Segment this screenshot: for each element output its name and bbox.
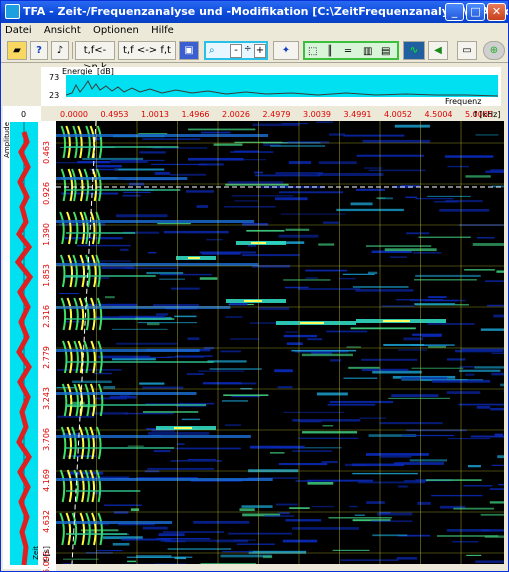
time-label: Zeit bbox=[32, 546, 40, 560]
close-button[interactable]: ✕ bbox=[487, 3, 506, 21]
menu-ansicht[interactable]: Ansicht bbox=[44, 25, 81, 36]
time-tick-label: 1.853 bbox=[42, 264, 51, 287]
time-tick-label: 3.706 bbox=[42, 428, 51, 451]
menu-bar: Datei Ansicht Optionen Hilfe bbox=[1, 23, 508, 38]
tf-nk-button[interactable]: t,f<->n,k bbox=[75, 41, 115, 73]
zoom-divider-icon: ÷ bbox=[244, 44, 252, 54]
amplitude-panel: 0 Amplitude Zeit bbox=[3, 106, 41, 569]
main-window: TFA - Zeit-/Frequenzanalyse und -Modifik… bbox=[0, 0, 509, 572]
title-bar[interactable]: TFA - Zeit-/Frequenzanalyse und -Modifik… bbox=[1, 1, 508, 23]
zoom-group: ⌕ - ÷ + bbox=[204, 41, 268, 60]
tape-icon[interactable]: ▭ bbox=[457, 41, 477, 60]
energy-plot[interactable] bbox=[65, 75, 499, 97]
app-icon bbox=[5, 4, 20, 19]
freq-tick-label: 1.0013 bbox=[141, 110, 169, 119]
time-tick-label: 2.779 bbox=[42, 346, 51, 369]
freq-tick-label: 4.5004 bbox=[424, 110, 453, 119]
spectrogram-image bbox=[56, 121, 504, 564]
energy-ymax: 73 bbox=[49, 73, 60, 82]
time-tick-label: 2.316 bbox=[42, 305, 51, 328]
freq-tick-label: 2.0026 bbox=[222, 110, 250, 119]
amplitude-zero: 0 bbox=[21, 110, 27, 119]
target-icon[interactable]: ⊕ bbox=[483, 41, 505, 60]
time-unit-label: t [s] bbox=[42, 546, 51, 563]
time-tick-label: 4.632 bbox=[42, 510, 51, 533]
time-tick-label: 1.390 bbox=[42, 223, 51, 246]
menu-datei[interactable]: Datei bbox=[5, 25, 32, 36]
horizontal-line-icon[interactable]: ═ bbox=[345, 43, 351, 60]
zoom-plus-button[interactable]: + bbox=[254, 44, 266, 58]
grid-mode-group: ⬚ ║ ═ ▥ ▤ bbox=[303, 41, 399, 60]
time-tick-label: 0.926 bbox=[42, 182, 51, 205]
energy-xlabel: Frequenz bbox=[445, 97, 482, 106]
tuning-fork-icon[interactable]: ♪ bbox=[51, 41, 69, 60]
time-tick-label: 4.169 bbox=[42, 469, 51, 492]
time-tick-label: 3.243 bbox=[42, 387, 51, 410]
zoom-minus-button[interactable]: - bbox=[230, 44, 242, 58]
minimize-button[interactable]: _ bbox=[445, 3, 464, 21]
freq-tick-label: 1.4966 bbox=[181, 110, 210, 119]
freq-tick-label: 4.0052 bbox=[384, 110, 412, 119]
maximize-button[interactable]: □ bbox=[466, 3, 485, 21]
menu-optionen[interactable]: Optionen bbox=[93, 25, 139, 36]
help-button[interactable]: ? bbox=[30, 41, 48, 60]
time-tick-label: 0.463 bbox=[42, 141, 51, 164]
freq-tick-label: 3.4991 bbox=[343, 110, 372, 119]
freq-tick-label: 0.4953 bbox=[100, 110, 129, 119]
menu-hilfe[interactable]: Hilfe bbox=[151, 25, 174, 36]
energy-panel: Energie [dB] 73 23 Frequenz bbox=[41, 67, 501, 106]
vertical-grid-icon[interactable]: ▥ bbox=[363, 43, 372, 60]
energy-ymin: 23 bbox=[49, 91, 60, 100]
spectrogram[interactable] bbox=[56, 121, 504, 564]
freq-unit-label: f [kHz] bbox=[474, 110, 501, 119]
speaker-icon[interactable]: ◀ bbox=[428, 41, 448, 60]
toolbar: ▰ ? ♪ t,f<->n,k t,f <-> f,t ▣ ⌕ - ÷ + ✦ … bbox=[1, 38, 508, 73]
toolbar-separator bbox=[72, 42, 73, 59]
waveform-icon[interactable]: ∿ bbox=[403, 41, 425, 60]
cursor-tool-icon[interactable]: ⬚ bbox=[308, 43, 317, 60]
vertical-lines-icon[interactable]: ║ bbox=[327, 43, 333, 60]
horizontal-grid-icon[interactable]: ▤ bbox=[381, 43, 390, 60]
freq-tick-label: 2.4979 bbox=[262, 110, 291, 119]
frequency-axis: 0.0000 0.4953 1.0013 1.4966 2.0026 2.4979 3.00… bbox=[56, 109, 506, 121]
freq-tick-label: 3.0039 bbox=[303, 110, 331, 119]
amplitude-plot[interactable] bbox=[10, 122, 38, 566]
window-title: TFA - Zeit-/Frequenzanalyse und -Modifik… bbox=[23, 5, 508, 18]
tf-ft-button[interactable]: t,f <-> f,t bbox=[118, 41, 176, 60]
freq-tick-label: 0.0000 bbox=[60, 110, 88, 119]
pointer-icon[interactable]: ✦ bbox=[273, 41, 299, 60]
zoom-icon[interactable]: ⌕ bbox=[209, 42, 215, 59]
open-folder-icon[interactable]: ▰ bbox=[7, 41, 27, 60]
car-icon[interactable]: ▣ bbox=[179, 41, 199, 60]
time-axis: 0.463 0.926 1.390 1.853 2.316 2.779 3.243 3.706… bbox=[41, 121, 56, 572]
